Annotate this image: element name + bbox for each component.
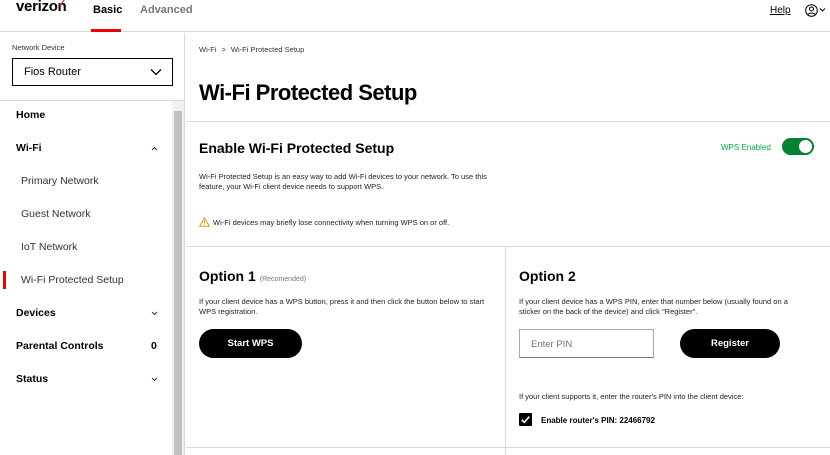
router-pin-note: If your client supports it, enter the ro… xyxy=(519,392,744,401)
chevron-down-icon xyxy=(151,377,158,382)
chevron-down-icon[interactable] xyxy=(819,7,826,13)
network-device-select[interactable]: Fios Router xyxy=(12,58,173,86)
sidebar-item-parental-controls[interactable]: Parental Controls 0 xyxy=(0,340,172,373)
sidebar-item-label: Parental Controls xyxy=(16,340,104,352)
bottom-divider xyxy=(186,447,830,448)
option1-tag: (Recomended) xyxy=(259,276,307,283)
option1-title: Option 1 (Recomended) xyxy=(199,268,306,284)
network-device-value: Fios Router xyxy=(24,66,81,78)
sidebar-item-devices[interactable]: Devices xyxy=(0,307,172,340)
tab-advanced[interactable]: Advanced xyxy=(140,4,193,16)
chevron-down-icon xyxy=(151,311,158,316)
sidebar-item-label: Home xyxy=(16,109,46,121)
parental-controls-count: 0 xyxy=(151,340,157,352)
checkmark-icon xyxy=(521,416,530,424)
sidebar-divider xyxy=(0,100,185,101)
start-wps-button[interactable]: Start WPS xyxy=(199,329,302,358)
wps-card: Enable Wi-Fi Protected Setup WPS Enabled… xyxy=(186,121,830,455)
logo-checkmark: ✓ xyxy=(57,0,68,10)
wps-status-label: WPS Enabled xyxy=(721,143,771,152)
user-circle-icon[interactable] xyxy=(805,4,818,17)
page-title: Wi-Fi Protected Setup xyxy=(199,80,417,105)
warning-text: Wi-Fi devices may briefly lose connectiv… xyxy=(213,218,450,227)
sidebar-item-home[interactable]: Home xyxy=(0,109,172,142)
breadcrumb-wifi[interactable]: Wi-Fi xyxy=(199,45,217,54)
tab-basic[interactable]: Basic xyxy=(93,4,122,16)
sidebar-item-label: IoT Network xyxy=(21,241,78,253)
column-divider xyxy=(505,247,506,455)
sidebar-item-label: Primary Network xyxy=(21,175,99,187)
sidebar-item-label: Devices xyxy=(16,307,56,319)
active-tab-indicator xyxy=(91,29,121,32)
sidebar-item-iot-network[interactable]: IoT Network xyxy=(0,241,172,274)
chevron-down-icon xyxy=(150,69,162,76)
option2-title: Option 2 xyxy=(519,268,576,284)
sidebar-item-guest-network[interactable]: Guest Network xyxy=(0,208,172,241)
network-device-label: Network Device xyxy=(12,43,65,52)
breadcrumb-separator: > xyxy=(221,45,226,54)
breadcrumb: Wi-Fi > Wi-Fi Protected Setup xyxy=(199,45,304,54)
option1-title-text: Option 1 xyxy=(199,268,256,284)
option2-description: If your client device has a WPS PIN, ent… xyxy=(519,297,788,316)
sidebar-item-primary-network[interactable]: Primary Network xyxy=(0,175,172,208)
card-divider xyxy=(186,246,830,247)
sidebar-item-wifi-protected-setup[interactable]: Wi-Fi Protected Setup xyxy=(0,274,172,307)
sidebar-item-label: Status xyxy=(16,373,49,385)
sidebar-item-label: Wi-Fi Protected Setup xyxy=(21,274,124,286)
top-bar: verizon ✓ Basic Advanced Help xyxy=(0,0,830,32)
router-pin-label: Enable router's PIN: 22466792 xyxy=(541,416,655,425)
sidebar-item-label: Guest Network xyxy=(21,208,91,220)
help-link[interactable]: Help xyxy=(770,5,791,16)
wps-description: Wi-Fi Protected Setup is an easy way to … xyxy=(199,172,487,191)
sidebar-item-wifi[interactable]: Wi-Fi xyxy=(0,142,172,175)
router-pin-checkbox[interactable] xyxy=(519,413,532,426)
breadcrumb-current: Wi-Fi Protected Setup xyxy=(230,45,305,54)
sidebar-scrollbar-thumb[interactable] xyxy=(174,111,182,455)
wps-toggle[interactable] xyxy=(782,138,814,155)
sidebar: Network Device Fios Router Home Wi-Fi Pr… xyxy=(0,33,185,455)
toggle-knob xyxy=(799,140,812,153)
pin-input[interactable]: Enter PIN xyxy=(519,329,654,358)
sidebar-item-label: Wi-Fi xyxy=(16,142,42,154)
sidebar-item-status[interactable]: Status xyxy=(0,373,172,406)
warning-icon xyxy=(199,217,210,227)
register-button[interactable]: Register xyxy=(680,329,780,358)
option1-description: If your client device has a WPS button, … xyxy=(199,297,485,316)
chevron-up-icon xyxy=(151,146,158,151)
pin-input-placeholder: Enter PIN xyxy=(531,339,573,350)
card-title: Enable Wi-Fi Protected Setup xyxy=(199,140,395,156)
